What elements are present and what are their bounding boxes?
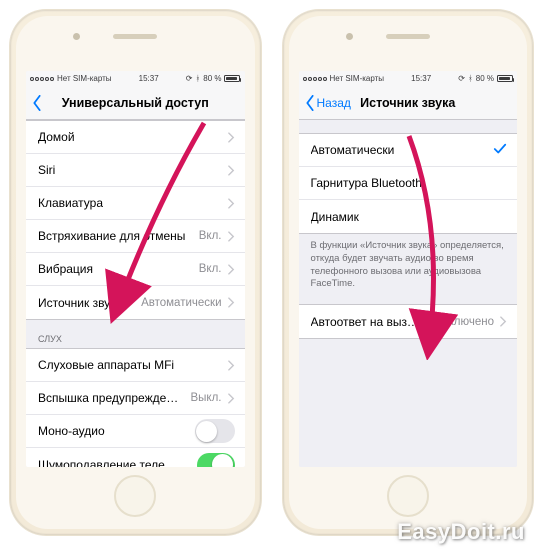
row-flash-alerts[interactable]: Вспышка предупреждений Выкл. — [26, 382, 245, 415]
nav-title: Универсальный доступ — [62, 96, 209, 110]
back-label: Назад — [317, 96, 351, 110]
status-time: 15:37 — [411, 74, 431, 83]
row-value: Вкл. — [199, 263, 222, 275]
battery-pct: 80 % — [476, 74, 494, 83]
row-keyboard[interactable]: Клавиатура — [26, 187, 245, 220]
chevron-right-icon — [228, 198, 235, 209]
row-label: Siri — [38, 163, 55, 177]
battery-pct: 80 % — [203, 74, 221, 83]
row-value: Выключено — [433, 316, 494, 328]
bluetooth-icon: ᚼ — [468, 74, 473, 83]
phone-right: Нет SIM-карты 15:37 ⟳ ᚼ 80 % Назад Источ… — [283, 10, 534, 535]
battery-icon — [497, 75, 513, 82]
battery-icon — [224, 75, 240, 82]
row-bluetooth-headset[interactable]: Гарнитура Bluetooth — [299, 167, 518, 200]
watermark: EasyDoit.ru — [397, 519, 525, 545]
chevron-right-icon — [228, 264, 235, 275]
row-audio-source[interactable]: Источник звука Автоматически — [26, 286, 245, 319]
phone-frame: Нет SIM-карты 15:37 ⟳ ᚼ 80 % Универсальн… — [16, 16, 255, 529]
row-label: Моно-аудио — [38, 424, 105, 438]
home-button[interactable] — [114, 475, 156, 517]
status-bar: Нет SIM-карты 15:37 ⟳ ᚼ 80 % — [299, 71, 518, 86]
row-vibration[interactable]: Вибрация Вкл. — [26, 253, 245, 286]
settings-content[interactable]: Автоматически Гарнитура Bluetooth Динами… — [299, 120, 518, 467]
row-siri[interactable]: Siri — [26, 154, 245, 187]
screen-left: Нет SIM-карты 15:37 ⟳ ᚼ 80 % Универсальн… — [26, 71, 245, 467]
bluetooth-icon: ᚼ — [195, 74, 200, 83]
chevron-right-icon — [228, 393, 235, 404]
row-label: Вибрация — [38, 262, 93, 276]
signal-icon — [303, 77, 327, 81]
carrier-text: Нет SIM-карты — [330, 74, 385, 83]
noise-cancel-toggle[interactable] — [197, 453, 235, 468]
row-home[interactable]: Домой — [26, 121, 245, 154]
phone-left: Нет SIM-карты 15:37 ⟳ ᚼ 80 % Универсальн… — [10, 10, 261, 535]
chevron-right-icon — [228, 132, 235, 143]
chevron-right-icon — [228, 165, 235, 176]
chevron-right-icon — [228, 231, 235, 242]
back-button[interactable]: Назад — [305, 86, 351, 119]
row-mfi-hearing[interactable]: Слуховые аппараты MFi — [26, 349, 245, 382]
chevron-left-icon — [32, 95, 42, 111]
speaker-grille — [113, 34, 157, 39]
speaker-grille — [386, 34, 430, 39]
orientation-lock-icon: ⟳ — [186, 74, 193, 83]
row-noise-cancel[interactable]: Шумоподавление телефона — [26, 448, 245, 467]
front-camera — [346, 33, 353, 40]
row-label: Автоответ на вызовы — [311, 315, 421, 329]
front-camera — [73, 33, 80, 40]
home-button[interactable] — [387, 475, 429, 517]
row-label: Слуховые аппараты MFi — [38, 358, 174, 372]
phone-frame: Нет SIM-карты 15:37 ⟳ ᚼ 80 % Назад Источ… — [289, 16, 528, 529]
orientation-lock-icon: ⟳ — [458, 74, 465, 83]
nav-bar: Универсальный доступ — [26, 86, 245, 120]
chevron-right-icon — [228, 360, 235, 371]
screen-right: Нет SIM-карты 15:37 ⟳ ᚼ 80 % Назад Источ… — [299, 71, 518, 467]
signal-icon — [30, 77, 54, 81]
row-label: Клавиатура — [38, 196, 103, 210]
row-label: Шумоподавление телефона — [38, 458, 185, 468]
back-button[interactable] — [32, 86, 42, 119]
row-label: Встряхивание для отмены — [38, 229, 185, 243]
carrier-text: Нет SIM-карты — [57, 74, 112, 83]
row-speaker[interactable]: Динамик — [299, 200, 518, 233]
row-label: Динамик — [311, 210, 359, 224]
row-mono-audio[interactable]: Моно-аудио — [26, 415, 245, 448]
row-label: Гарнитура Bluetooth — [311, 176, 422, 190]
row-label: Источник звука — [38, 296, 122, 310]
row-value: Автоматически — [141, 297, 221, 309]
status-bar: Нет SIM-карты 15:37 ⟳ ᚼ 80 % — [26, 71, 245, 86]
row-value: Выкл. — [190, 392, 221, 404]
chevron-left-icon — [305, 95, 315, 111]
row-value: Вкл. — [199, 230, 222, 242]
settings-content[interactable]: Домой Siri Клавиатура — [26, 120, 245, 467]
section-header-hearing: слух — [26, 320, 245, 348]
row-shake-undo[interactable]: Встряхивание для отмены Вкл. — [26, 220, 245, 253]
chevron-right-icon — [500, 316, 507, 327]
footer-note: В функции «Источник звука» определяется,… — [299, 234, 518, 291]
status-time: 15:37 — [139, 74, 159, 83]
row-autoanswer[interactable]: Автоответ на вызовы Выключено — [299, 305, 518, 338]
row-auto[interactable]: Автоматически — [299, 134, 518, 167]
row-label: Домой — [38, 130, 75, 144]
chevron-right-icon — [228, 297, 235, 308]
row-label: Автоматически — [311, 143, 395, 157]
row-label: Вспышка предупреждений — [38, 391, 178, 405]
nav-bar: Назад Источник звука — [299, 86, 518, 120]
nav-title: Источник звука — [360, 96, 455, 110]
mono-audio-toggle[interactable] — [195, 419, 235, 443]
checkmark-icon — [493, 142, 507, 159]
